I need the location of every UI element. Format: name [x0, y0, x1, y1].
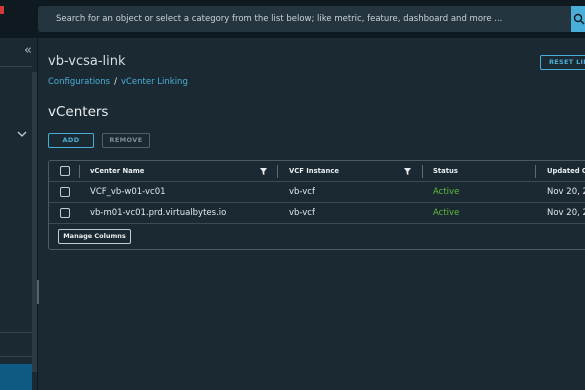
cell-vcenter-name: VCF_vb-w01-vc01 [90, 187, 166, 197]
cell-updated-on: Nov 20, 2 [547, 208, 585, 218]
sidebar-divider [0, 356, 32, 357]
column-separator[interactable] [277, 165, 278, 178]
collapse-sidebar-button[interactable]: « [0, 38, 38, 66]
manage-columns-button[interactable]: Manage Columns [58, 229, 131, 244]
cell-vcenter-name: vb-m01-vc01.prd.virtualbytes.io [90, 208, 227, 218]
row-checkbox[interactable] [60, 187, 70, 197]
breadcrumb-configurations[interactable]: Configurations [48, 77, 110, 87]
add-button[interactable]: ADD [48, 133, 94, 148]
cell-vcf-instance: vb-vcf [289, 187, 315, 197]
search-icon [573, 13, 585, 25]
column-header-vcf-instance[interactable]: VCF Instance [289, 161, 339, 182]
select-all-checkbox[interactable] [60, 166, 70, 176]
page-title: vb-vcsa-link [48, 54, 126, 69]
cell-updated-on: Nov 20, 2 [547, 187, 585, 197]
cell-status: Active [433, 208, 460, 218]
reset-link-button[interactable]: RESET LINK [540, 55, 585, 70]
column-header-vcenter-name[interactable]: vCenter Name [90, 161, 144, 182]
remove-button[interactable]: REMOVE [102, 133, 150, 148]
vcenters-table: vCenter Name VCF Instance Status Updated… [48, 160, 585, 250]
search-input[interactable] [38, 6, 568, 32]
search-button[interactable] [571, 6, 585, 32]
sidebar-item-selected[interactable] [0, 364, 32, 390]
filter-icon[interactable] [260, 168, 267, 175]
cell-status: Active [433, 187, 460, 197]
table-row[interactable]: VCF_vb-w01-vc01 vb-vcf Active Nov 20, 2 [49, 182, 585, 203]
column-header-updated-on[interactable]: Updated On [547, 161, 585, 182]
column-separator[interactable] [422, 165, 423, 178]
column-separator[interactable] [535, 165, 536, 178]
main-content: vb-vcsa-link RESET LINK Configurations / v… [39, 38, 585, 390]
sidebar-divider [0, 66, 32, 67]
breadcrumb-separator: / [114, 77, 117, 87]
chevron-down-icon[interactable] [14, 126, 30, 142]
global-search [38, 6, 585, 32]
cell-vcf-instance: vb-vcf [289, 208, 315, 218]
column-header-status[interactable]: Status [433, 161, 458, 182]
table-row[interactable]: vb-m01-vc01.prd.virtualbytes.io vb-vcf A… [49, 203, 585, 224]
breadcrumb-vcenter-linking[interactable]: vCenter Linking [121, 77, 188, 87]
top-bar [0, 0, 585, 38]
column-separator [79, 165, 80, 178]
sidebar: « [0, 38, 38, 390]
section-title: vCenters [48, 104, 109, 120]
breadcrumb: Configurations / vCenter Linking [48, 77, 188, 87]
filter-icon[interactable] [404, 168, 411, 175]
table-header-row: vCenter Name VCF Instance Status Updated… [49, 161, 585, 182]
sidebar-scrollbar[interactable] [32, 72, 37, 372]
row-checkbox[interactable] [60, 208, 70, 218]
sidebar-divider [0, 332, 32, 333]
brand-logo [0, 6, 4, 14]
